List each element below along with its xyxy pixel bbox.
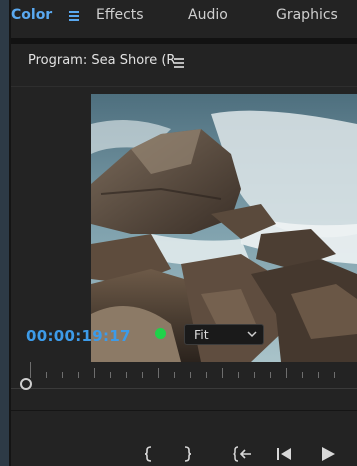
mark-in-icon [144, 446, 152, 462]
ruler-tick [206, 372, 207, 378]
ruler-tick [46, 372, 47, 378]
play-icon [322, 447, 335, 461]
panel-menu-icon[interactable] [174, 58, 184, 70]
mark-out-button[interactable] [182, 446, 192, 462]
step-back-icon [277, 448, 291, 460]
ruler-tick [302, 372, 303, 378]
zoom-level-select[interactable]: Fit [184, 324, 264, 345]
ruler-tick [174, 372, 175, 378]
timeline-bottom-rule [11, 410, 357, 411]
workspace-tab-graphics[interactable]: Graphics [276, 7, 338, 23]
ruler-tick [286, 368, 287, 378]
ruler-tick [222, 368, 223, 378]
chevron-down-icon [247, 331, 257, 338]
workspace-tab-effects[interactable]: Effects [96, 7, 144, 23]
ruler-tick [30, 362, 31, 378]
workspace-menu-icon[interactable] [69, 11, 79, 21]
go-to-in-icon [233, 446, 251, 462]
ruler-tick [158, 368, 159, 378]
ruler-tick [190, 372, 191, 378]
ruler-tick [238, 372, 239, 378]
panel-header-rule [11, 86, 357, 87]
ruler-tick [62, 372, 63, 378]
go-to-in-button[interactable] [233, 446, 253, 462]
ruler-tick [142, 372, 143, 378]
timeline-ruler[interactable] [16, 358, 346, 378]
ruler-tick [270, 372, 271, 378]
status-indicator [155, 328, 166, 339]
zoom-level-value: Fit [194, 327, 209, 342]
ruler-tick [334, 372, 335, 378]
program-video-frame[interactable] [91, 94, 357, 362]
panel-title[interactable]: Program: Sea Shore (R [28, 53, 175, 68]
ruler-tick [126, 372, 127, 378]
ruler-tick [254, 372, 255, 378]
program-monitor-panel: Program: Sea Shore (R [11, 44, 357, 466]
ruler-tick [94, 368, 95, 378]
step-back-button[interactable] [276, 446, 292, 462]
playhead-handle[interactable] [20, 378, 32, 390]
mark-out-icon [184, 446, 192, 462]
workspace-bar: Color Effects Audio Graphics [11, 0, 357, 38]
playhead-timecode[interactable]: 00:00:19:17 [26, 327, 131, 345]
video-frame-image [91, 94, 357, 362]
workspace-tab-audio[interactable]: Audio [188, 7, 228, 23]
left-panel-edge [0, 0, 9, 466]
ruler-tick [318, 372, 319, 378]
workspace-tab-color[interactable]: Color [11, 7, 52, 23]
ruler-tick [110, 372, 111, 378]
play-button[interactable] [320, 446, 336, 462]
timeline-track [11, 388, 357, 389]
mark-in-button[interactable] [144, 446, 154, 462]
ruler-tick [78, 372, 79, 378]
